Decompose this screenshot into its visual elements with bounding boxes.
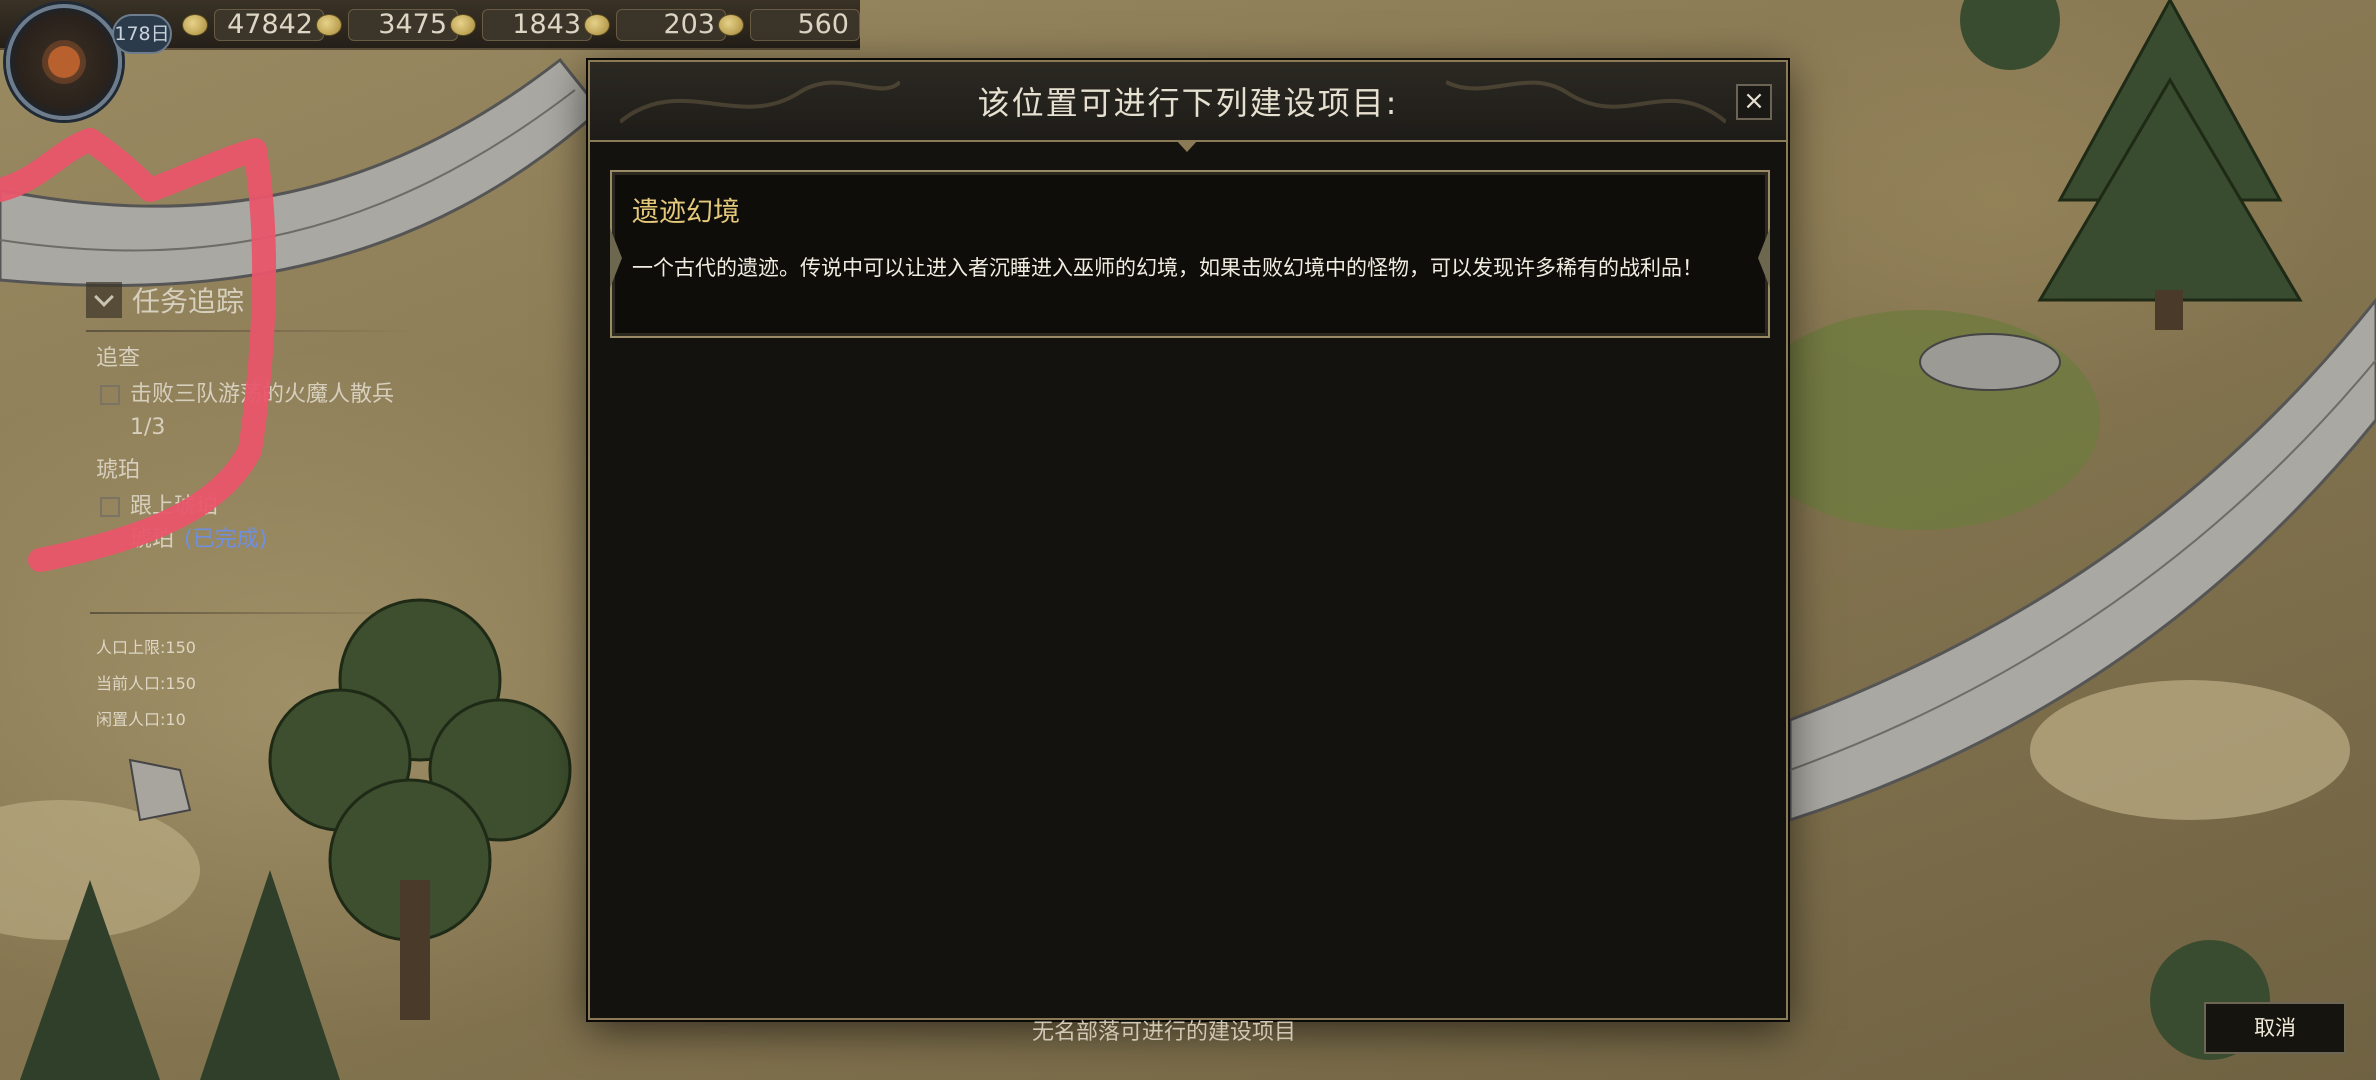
population-info: 人口上限:150 当前人口:150 闲置人口:10 [96,630,196,738]
day-cycle-badge[interactable] [6,4,122,120]
header-notch-icon [1176,140,1198,152]
project-description: 一个古代的遗迹。传说中可以让进入者沉睡进入巫师的幻境，如果击败幻境中的怪物，可以… [632,256,1703,280]
population-idle: 闲置人口:10 [96,710,186,729]
resource-value: 560 [750,9,860,41]
population-divider [90,612,410,614]
horn-icon [718,14,744,36]
ore-icon [316,14,342,36]
bottom-hint: 无名部落可进行的建设项目 [1032,1020,1297,1045]
red-annotation-scribble [0,128,277,572]
resource-value: 3475 [348,9,458,41]
close-button[interactable]: × [1736,84,1772,120]
dialog-title: 该位置可进行下列建设项目: [977,84,1399,122]
project-name: 遗迹幻境 [632,197,740,228]
project-option-ruins-illusion[interactable]: 遗迹幻境 一个古代的遗迹。传说中可以让进入者沉睡进入巫师的幻境，如果击败幻境中的… [610,170,1770,338]
header-ornament-icon [620,80,900,124]
resource-value: 203 [616,9,726,41]
coin-icon [182,14,208,36]
resource-horn[interactable]: 560 [718,8,860,42]
card-edge-ornament [610,228,622,288]
dialog-header: 该位置可进行下列建设项目: × [590,62,1786,152]
header-ornament-icon [1446,80,1726,124]
resource-value: 1843 [482,9,592,41]
resource-ore[interactable]: 3475 [316,8,458,42]
day-counter: 178日 [112,14,172,54]
resource-value: 47842 [214,9,324,41]
cancel-button[interactable]: 取消 [2204,1002,2346,1054]
resource-coin[interactable]: 47842 [182,8,324,42]
sun-icon [48,46,80,78]
build-options-dialog: 该位置可进行下列建设项目: × 遗迹幻境 一个古代的遗迹。传说中可以让进入者沉睡… [588,60,1788,1020]
resource-ingot[interactable]: 1843 [450,8,592,42]
population-current: 当前人口:150 [96,674,196,693]
card-edge-ornament [1758,228,1770,288]
ingot-icon [450,14,476,36]
bag-icon [584,14,610,36]
population-max: 人口上限:150 [96,638,196,657]
resource-bag[interactable]: 203 [584,8,726,42]
